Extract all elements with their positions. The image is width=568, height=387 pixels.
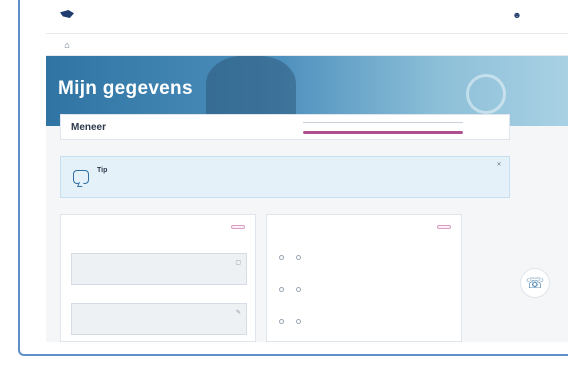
- radio-option[interactable]: [296, 319, 303, 324]
- input-field[interactable]: ▢: [71, 253, 247, 285]
- stat-divider: [303, 122, 463, 123]
- contact-details-panel: ▢ ✎: [60, 214, 256, 342]
- radio-icon: [279, 255, 284, 260]
- logo[interactable]: [60, 10, 78, 18]
- logo-mark-icon: [60, 10, 74, 18]
- profile-progress-bar: [303, 131, 463, 134]
- calendar-icon: ▢: [235, 260, 241, 266]
- preferences-panel: [266, 214, 462, 342]
- main-nav: ⌂: [46, 34, 568, 56]
- support-icon: ☏: [525, 274, 545, 292]
- radio-icon: [296, 319, 301, 324]
- help-button[interactable]: ☏: [520, 268, 550, 298]
- radio-option[interactable]: [279, 287, 286, 292]
- page-title: Mijn gegevens: [58, 78, 193, 99]
- radio-icon: [279, 287, 284, 292]
- panel-badge-button[interactable]: [437, 225, 451, 229]
- tip-title: Tip: [97, 167, 108, 174]
- home-icon[interactable]: ⌂: [62, 40, 72, 50]
- close-icon[interactable]: ✕: [495, 161, 503, 169]
- profile-name: Meneer: [71, 122, 107, 133]
- profile-name-card: Meneer: [60, 114, 510, 140]
- user-icon[interactable]: ☻: [512, 10, 522, 20]
- input-field[interactable]: ✎: [71, 303, 247, 335]
- radio-icon: [296, 255, 301, 260]
- radio-group: [279, 287, 303, 292]
- radio-option[interactable]: [279, 319, 286, 324]
- radio-group: [279, 319, 303, 324]
- radio-group: [279, 255, 303, 260]
- top-bar: ☻: [46, 0, 568, 34]
- tip-banner: Tip ✕: [60, 156, 510, 198]
- panel-badge-button[interactable]: [231, 225, 245, 229]
- profile-progress-fill: [303, 131, 463, 134]
- radio-option[interactable]: [296, 287, 303, 292]
- app-window: ☻ ⌂ Mijn gegevens Meneer Tip ✕ ▢ ✎: [46, 0, 568, 342]
- edit-icon: ✎: [235, 310, 241, 316]
- radio-option[interactable]: [279, 255, 286, 260]
- hero-decor-ring: [466, 74, 506, 114]
- radio-option[interactable]: [296, 255, 303, 260]
- radio-icon: [279, 319, 284, 324]
- chat-bubble-icon: [73, 170, 89, 184]
- radio-icon: [296, 287, 301, 292]
